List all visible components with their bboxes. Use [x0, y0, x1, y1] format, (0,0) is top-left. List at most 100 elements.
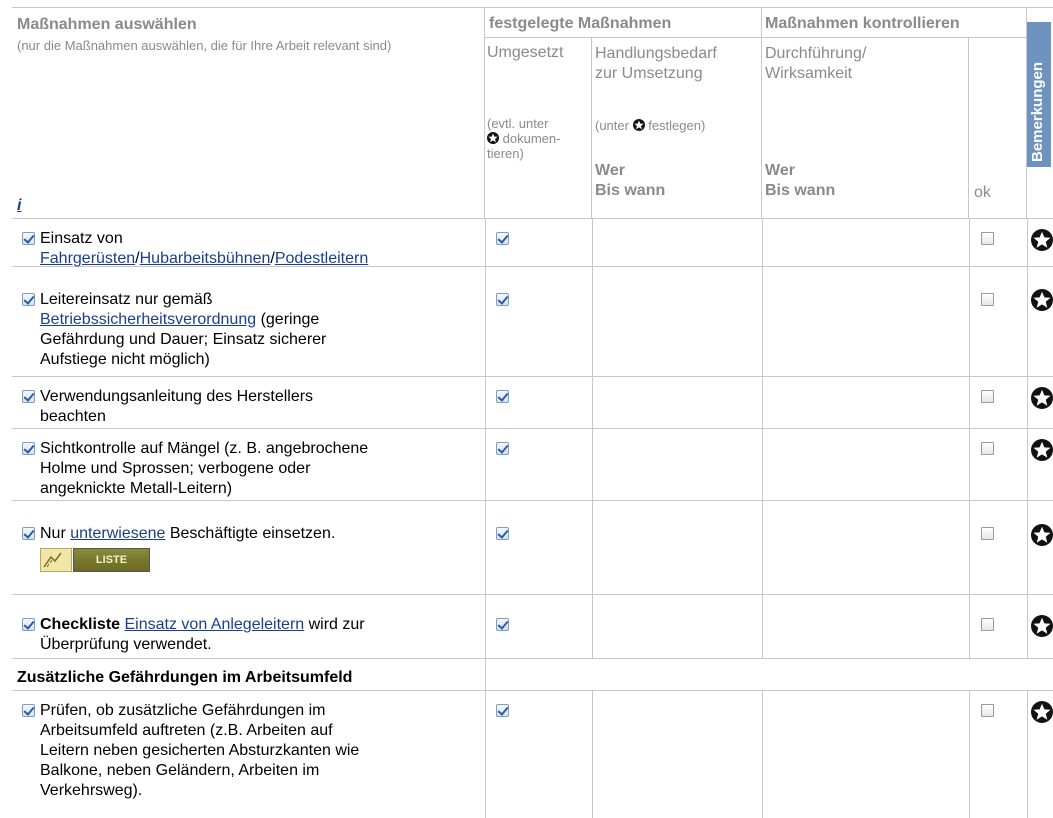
- row-text: Aufstiege nicht möglich): [40, 351, 210, 368]
- star-icon[interactable]: [1031, 524, 1053, 546]
- table-row: Sichtkontrolle auf Mängel (z. B. angebro…: [12, 429, 1053, 501]
- ok-checkbox[interactable]: [981, 232, 994, 245]
- row-text: Prüfen, ob zusätzliche Gefährdungen im: [40, 702, 326, 719]
- row-text: Verkehrsweg).: [40, 782, 143, 799]
- section-row: Zusätzliche Gefährdungen im Arbeitsumfel…: [12, 659, 1053, 691]
- row-text: Einsatz von: [40, 230, 123, 247]
- table-row: Nur unterwiesene Beschäftigte einsetzen.…: [12, 501, 1053, 595]
- row-text-post: wird zur: [304, 616, 365, 633]
- ladder-icon: [43, 552, 62, 568]
- ok-checkbox[interactable]: [981, 618, 994, 631]
- header-implemented-hint-3: tieren): [487, 146, 524, 161]
- row-text: Betriebssicherheitsverordnung (geringe: [40, 310, 319, 330]
- ok-checkbox[interactable]: [981, 390, 994, 403]
- header-action-until: Bis wann: [595, 182, 666, 199]
- select-checkbox[interactable]: [22, 293, 35, 306]
- row-text: beachten: [40, 408, 106, 425]
- row-text-post: Beschäftigte einsetzen.: [165, 525, 336, 542]
- info-link[interactable]: i: [17, 197, 21, 215]
- ok-checkbox[interactable]: [981, 704, 994, 717]
- star-icon[interactable]: [1031, 615, 1053, 637]
- ok-checkbox[interactable]: [981, 293, 994, 306]
- header-action-hint-1: (unter: [595, 118, 629, 133]
- header-exec: Durchführung/ Wirksamkeit Wer Bis wann: [762, 38, 969, 219]
- table-row: Einsatz von Fahrgerüsten/Hubarbeitsbühne…: [12, 219, 1053, 267]
- select-checkbox[interactable]: [22, 704, 35, 717]
- row-text: Nur unterwiesene Beschäftigte einsetzen.: [40, 524, 335, 544]
- implemented-checkbox[interactable]: [496, 390, 509, 403]
- row-links: Fahrgerüsten/Hubarbeitsbühnen/Podestleit…: [40, 249, 368, 269]
- link-hubarbeitsbuehnen[interactable]: Hubarbeitsbühnen: [140, 250, 271, 267]
- header-select-cell: Maßnahmen auswählen (nur die Maßnahmen a…: [12, 8, 485, 219]
- star-icon[interactable]: [1031, 701, 1053, 723]
- star-icon[interactable]: [1031, 387, 1053, 409]
- header-select-title: Maßnahmen auswählen: [17, 16, 197, 33]
- header-exec-label-2: Wirksamkeit: [765, 65, 853, 82]
- table-row: Checkliste Einsatz von Anlegeleitern wir…: [12, 595, 1053, 659]
- implemented-checkbox[interactable]: [496, 704, 509, 717]
- link-betrsichv[interactable]: Betriebssicherheitsverordnung: [40, 311, 256, 328]
- implemented-checkbox[interactable]: [496, 442, 509, 455]
- header-ok-label: ok: [974, 184, 991, 201]
- implemented-checkbox[interactable]: [496, 293, 509, 306]
- liste-badge-label: LISTE: [73, 548, 150, 572]
- header-implemented: Umgesetzt (evtl. unter dokumen- tieren): [485, 38, 592, 219]
- header-fixed-title: festgelegte Maßnahmen: [489, 15, 672, 32]
- table-row: Verwendungsanleitung des Herstellers bea…: [12, 377, 1053, 429]
- table-row: Prüfen, ob zusätzliche Gefährdungen im A…: [12, 691, 1053, 818]
- star-icon: [632, 119, 645, 131]
- link-unterwiesene[interactable]: unterwiesene: [70, 525, 165, 542]
- ok-checkbox[interactable]: [981, 527, 994, 540]
- select-checkbox[interactable]: [22, 442, 35, 455]
- star-icon[interactable]: [1031, 229, 1053, 251]
- select-checkbox[interactable]: [22, 232, 35, 245]
- header-action-hint-2: festlegen): [648, 118, 706, 133]
- implemented-checkbox[interactable]: [496, 618, 509, 631]
- header-fixed-group: festgelegte Maßnahmen: [485, 8, 762, 38]
- liste-badge-icon: [40, 548, 72, 572]
- header-action-label: Handlungsbedarf zur Umsetzung: [595, 44, 717, 84]
- header-implemented-hint-2-wrap: dokumen-: [487, 131, 560, 146]
- row-text-cont: (geringe: [256, 311, 320, 328]
- section-title: Zusätzliche Gefährdungen im Arbeitsumfel…: [17, 669, 353, 686]
- header-exec-who: Wer: [765, 162, 795, 179]
- header-select-hint: (nur die Maßnahmen auswählen, die für Ih…: [17, 38, 392, 53]
- link-anlegeleitern[interactable]: Einsatz von Anlegeleitern: [125, 616, 305, 633]
- header-control-title: Maßnahmen kontrollieren: [765, 15, 960, 32]
- star-icon[interactable]: [1031, 439, 1053, 461]
- row-text-bold: Checkliste: [40, 616, 121, 633]
- row-text: Leitern neben gesicherten Absturzkanten …: [40, 742, 360, 759]
- select-checkbox[interactable]: [22, 618, 35, 631]
- header-implemented-hint-1: (evtl. unter: [487, 116, 549, 131]
- select-checkbox[interactable]: [22, 527, 35, 540]
- row-text: Leitereinsatz nur gemäß: [40, 291, 213, 308]
- header-implemented-label: Umgesetzt: [487, 44, 564, 61]
- remarks-tab-label: Bemerkungen: [1029, 61, 1046, 162]
- header-action-hint: (unter festlegen): [595, 118, 705, 133]
- link-fahrgerueste[interactable]: Fahrgerüsten: [40, 250, 135, 267]
- header-action-label-2: zur Umsetzung: [595, 65, 703, 82]
- row-text-pre: Nur: [40, 525, 71, 542]
- star-icon: [487, 132, 499, 144]
- header-exec-until: Bis wann: [765, 182, 836, 199]
- liste-badge[interactable]: LISTE: [40, 548, 150, 572]
- header-exec-label-1: Durchführung/: [765, 45, 867, 62]
- row-text: Gefährdung und Dauer; Einsatz sicherer: [40, 331, 327, 348]
- implemented-checkbox[interactable]: [496, 232, 509, 245]
- row-text: Sichtkontrolle auf Mängel (z. B. angebro…: [40, 440, 369, 457]
- header-control-group: Maßnahmen kontrollieren: [762, 8, 1027, 38]
- implemented-checkbox[interactable]: [496, 527, 509, 540]
- header-exec-label: Durchführung/ Wirksamkeit: [765, 44, 866, 84]
- link-podestleitern[interactable]: Podestleitern: [275, 250, 368, 267]
- row-text: Verwendungsanleitung des Herstellers: [40, 388, 314, 405]
- header-action-who: Wer: [595, 162, 625, 179]
- row-text: Checkliste Einsatz von Anlegeleitern wir…: [40, 615, 365, 635]
- row-text: Balkone, neben Geländern, Arbeiten im: [40, 762, 320, 779]
- star-icon[interactable]: [1031, 289, 1053, 311]
- row-text: angeknickte Metall-Leitern): [40, 480, 233, 497]
- select-checkbox[interactable]: [22, 390, 35, 403]
- remarks-tab[interactable]: Bemerkungen: [1027, 22, 1051, 167]
- ok-checkbox[interactable]: [981, 442, 994, 455]
- header-ok: ok: [969, 38, 1027, 219]
- row-text: Überprüfung verwendet.: [40, 636, 212, 653]
